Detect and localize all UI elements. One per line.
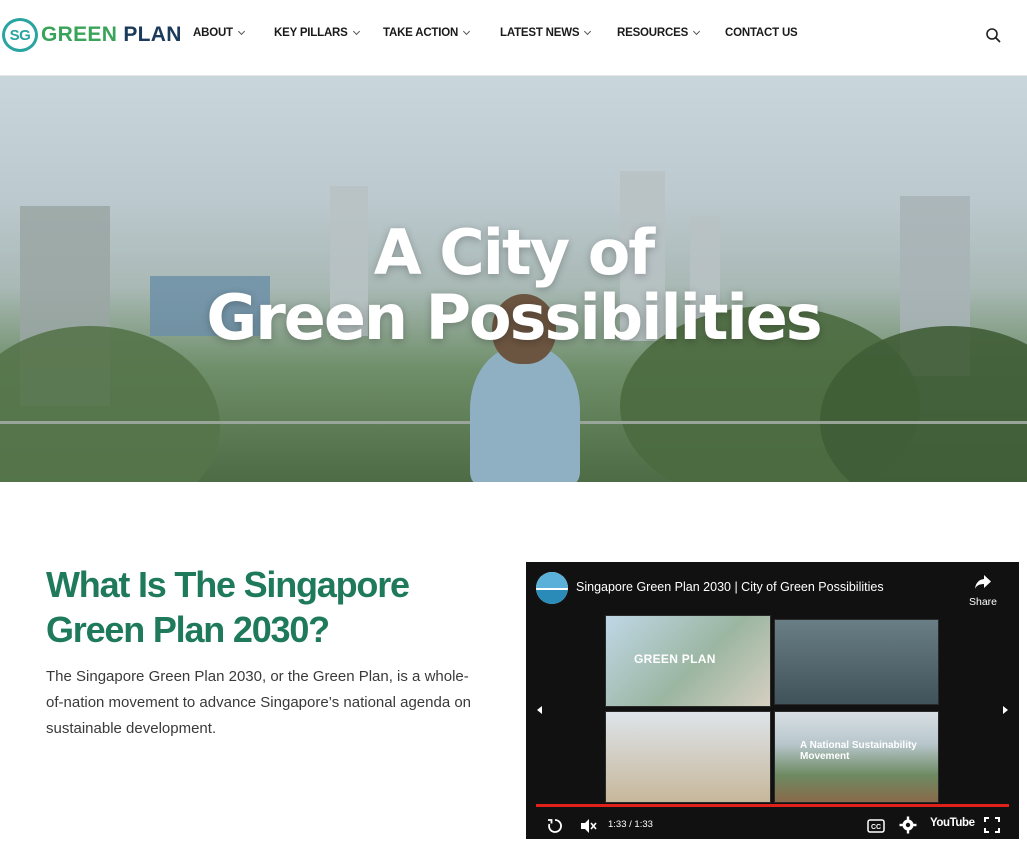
chevron-down-icon — [352, 27, 360, 36]
hero-title-line2: Green Possibilities — [206, 281, 822, 354]
youtube-video-player[interactable]: Singapore Green Plan 2030 | City of Gree… — [526, 562, 1019, 839]
nav-item-resources[interactable]: RESOURCES — [617, 27, 701, 39]
search-icon[interactable] — [985, 27, 1001, 43]
video-time: 1:33 / 1:33 — [608, 819, 653, 830]
fullscreen-icon[interactable] — [984, 817, 1000, 833]
share-icon — [975, 575, 991, 589]
chevron-down-icon — [584, 27, 592, 36]
captions-icon[interactable]: CC — [867, 819, 885, 833]
previous-arrow-icon[interactable] — [537, 706, 542, 714]
nav-item-key-pillars[interactable]: KEY PILLARS — [274, 27, 360, 39]
chevron-down-icon — [237, 27, 245, 36]
replay-icon[interactable] — [546, 817, 564, 835]
chevron-down-icon — [693, 27, 701, 36]
hero-title-line1: A City of — [373, 216, 656, 289]
share-label: Share — [968, 596, 998, 608]
youtube-logo[interactable]: YouTube — [930, 817, 975, 829]
video-title[interactable]: Singapore Green Plan 2030 | City of Gree… — [576, 580, 884, 594]
logo-plan-text: PLAN — [123, 23, 182, 46]
section-description: The Singapore Green Plan 2030, or the Gr… — [46, 668, 472, 737]
hero-banner: A City of Green Possibilities — [0, 76, 1027, 482]
section-title: What Is The Singapore Green Plan 2030? — [46, 564, 410, 650]
svg-text:CC: CC — [871, 824, 881, 831]
nav-item-about[interactable]: ABOUT — [193, 27, 245, 39]
mute-icon[interactable] — [579, 817, 597, 835]
video-thumbnail[interactable]: GREEN PLAN — [605, 615, 771, 707]
settings-gear-icon[interactable] — [899, 816, 917, 834]
chevron-down-icon — [463, 27, 471, 36]
video-thumbnail[interactable] — [774, 619, 939, 705]
channel-avatar[interactable] — [536, 572, 568, 604]
nav-item-contact-us[interactable]: CONTACT US — [725, 27, 798, 39]
sg-green-plan-logo[interactable]: SG GREEN PLAN — [2, 18, 182, 52]
progress-bar[interactable] — [536, 804, 1009, 807]
next-arrow-icon[interactable] — [1003, 706, 1008, 714]
nav-item-take-action[interactable]: TAKE ACTION — [383, 27, 471, 39]
nav-item-latest-news[interactable]: LATEST NEWS — [500, 27, 592, 39]
video-thumbnail[interactable]: A National Sustainability Movement — [774, 711, 939, 803]
thumbnail-logo: GREEN PLAN — [634, 652, 716, 666]
logo-green-text: GREEN — [41, 23, 118, 46]
logo-sg-mark: SG — [2, 18, 38, 52]
video-thumbnail[interactable] — [605, 711, 771, 803]
share-button[interactable]: Share — [966, 574, 1000, 608]
thumbnail-caption: A National Sustainability Movement — [800, 740, 917, 762]
hero-girl — [470, 346, 580, 482]
top-nav: SG GREEN PLAN ABOUT KEY PILLARS TAKE ACT… — [0, 0, 1027, 76]
player-controls: 1:33 / 1:33 CC YouTube — [526, 811, 1019, 839]
